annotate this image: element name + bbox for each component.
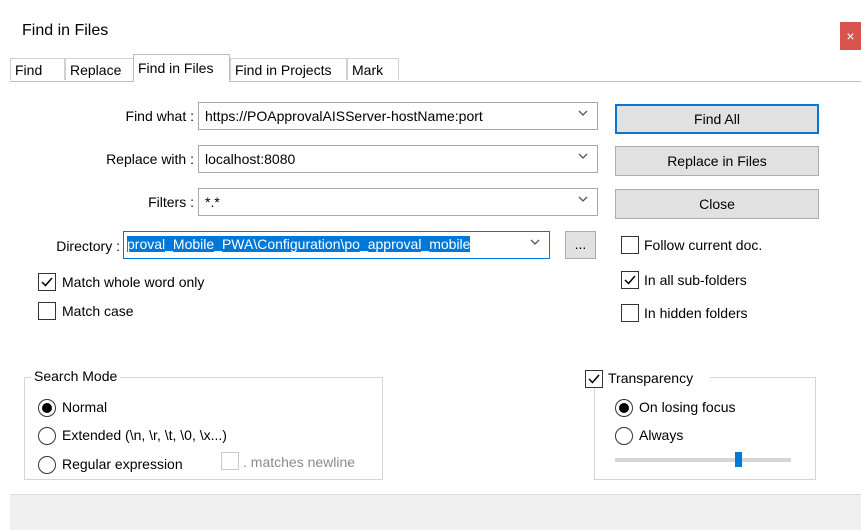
replace-in-files-button[interactable]: Replace in Files xyxy=(615,146,819,176)
directory-value: proval_Mobile_PWA\Configuration\po_appro… xyxy=(127,236,471,252)
tab-strip: Find Replace Find in Files Find in Proje… xyxy=(10,54,861,82)
replace-with-label: Replace with : xyxy=(106,151,194,167)
search-mode-extended-label: Extended (\n, \r, \t, \0, \x...) xyxy=(62,427,227,443)
search-mode-regex-radio[interactable] xyxy=(38,456,56,474)
check-icon xyxy=(588,374,600,384)
in-all-subfolders-checkbox[interactable] xyxy=(621,271,639,289)
transparency-slider-track[interactable] xyxy=(615,458,791,462)
replace-with-combo[interactable]: localhost:8080 xyxy=(198,145,598,173)
transparency-slider-thumb[interactable] xyxy=(735,452,742,467)
chevron-down-icon[interactable] xyxy=(577,150,589,165)
window-title: Find in Files xyxy=(22,22,109,39)
in-hidden-folders-label: In hidden folders xyxy=(644,305,748,321)
find-what-label: Find what : xyxy=(125,108,194,124)
check-icon xyxy=(41,277,53,287)
match-whole-word-checkbox[interactable] xyxy=(38,273,56,291)
filters-combo[interactable]: *.* xyxy=(198,188,598,216)
tab-find-in-projects[interactable]: Find in Projects xyxy=(230,58,347,80)
matches-newline-checkbox[interactable] xyxy=(221,452,239,470)
in-hidden-folders-checkbox[interactable] xyxy=(621,304,639,322)
close-window-button[interactable]: × xyxy=(840,22,861,50)
chevron-down-icon[interactable] xyxy=(577,107,589,122)
find-what-value: https://POApprovalAISServer-hostName:por… xyxy=(205,108,483,124)
browse-directory-button[interactable]: ... xyxy=(565,231,596,259)
filters-label: Filters : xyxy=(148,194,194,210)
follow-current-doc-checkbox[interactable] xyxy=(621,236,639,254)
transparency-always-radio[interactable] xyxy=(615,427,633,445)
close-button[interactable]: Close xyxy=(615,189,819,219)
match-case-checkbox[interactable] xyxy=(38,302,56,320)
search-mode-normal-radio[interactable] xyxy=(38,399,56,417)
search-mode-normal-label: Normal xyxy=(62,399,108,415)
tab-find[interactable]: Find xyxy=(10,58,65,80)
dialog-footer xyxy=(10,494,861,530)
tab-replace[interactable]: Replace xyxy=(65,58,134,80)
check-icon xyxy=(624,275,636,285)
close-icon: × xyxy=(846,28,855,44)
tab-mark[interactable]: Mark xyxy=(347,58,399,80)
match-whole-word-label: Match whole word only xyxy=(62,274,205,290)
chevron-down-icon[interactable] xyxy=(577,193,589,208)
transparency-always-label: Always xyxy=(639,427,684,443)
filters-value: *.* xyxy=(205,194,220,210)
transparency-checkbox[interactable] xyxy=(585,370,603,388)
directory-combo[interactable]: proval_Mobile_PWA\Configuration\po_appro… xyxy=(123,231,550,259)
directory-label: Directory : xyxy=(56,238,120,254)
search-mode-extended-radio[interactable] xyxy=(38,427,56,445)
match-case-label: Match case xyxy=(62,303,134,319)
follow-current-doc-label: Follow current doc. xyxy=(644,237,763,253)
transparency-on-losing-focus-radio[interactable] xyxy=(615,399,633,417)
transparency-title: Transparency xyxy=(608,370,694,386)
search-mode-regex-label: Regular expression xyxy=(62,456,183,472)
matches-newline-label: . matches newline xyxy=(243,454,356,470)
transparency-on-losing-focus-label: On losing focus xyxy=(639,399,736,415)
in-all-subfolders-label: In all sub-folders xyxy=(644,272,747,288)
tab-find-in-files[interactable]: Find in Files xyxy=(133,54,230,82)
chevron-down-icon[interactable] xyxy=(529,236,541,251)
title-bar xyxy=(0,0,861,54)
find-what-combo[interactable]: https://POApprovalAISServer-hostName:por… xyxy=(198,102,598,130)
search-mode-title: Search Mode xyxy=(31,368,121,384)
find-all-button[interactable]: Find All xyxy=(615,104,819,134)
replace-with-value: localhost:8080 xyxy=(205,151,296,167)
